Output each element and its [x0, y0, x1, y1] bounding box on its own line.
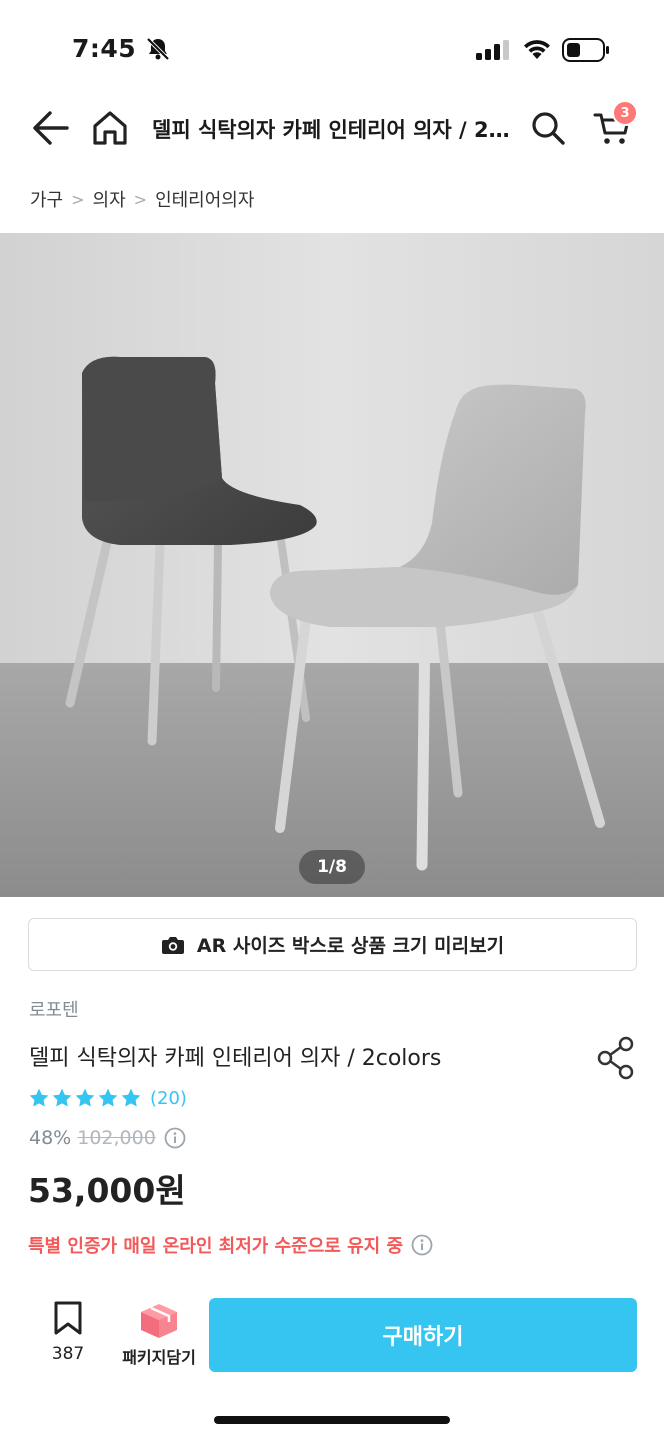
star-icon	[29, 1088, 49, 1107]
info-icon[interactable]	[411, 1234, 433, 1256]
ar-preview-label: AR 사이즈 박스로 상품 크기 미리보기	[196, 935, 505, 957]
share-button[interactable]	[592, 1034, 640, 1082]
status-time: 7:45	[72, 34, 137, 63]
breadcrumb: 가구 > 의자 > 인테리어의자	[30, 184, 254, 214]
signal-icon	[476, 40, 510, 64]
product-name: 델피 식탁의자 카페 인테리어 의자 / 2colors	[29, 1046, 442, 1071]
share-icon	[597, 1036, 634, 1080]
price-notice-text: 특별 인증가 매일 온라인 최저가 수준으로 유지 중	[28, 1236, 404, 1257]
back-button[interactable]	[26, 104, 74, 152]
scrap-button[interactable]: 387	[38, 1300, 98, 1364]
battery-icon	[562, 38, 610, 66]
sale-price: 53,000원	[28, 1171, 186, 1210]
star-icon	[98, 1088, 118, 1107]
breadcrumb-item[interactable]: 가구	[30, 186, 63, 212]
star-icon	[121, 1088, 141, 1107]
cart-button[interactable]: 3	[588, 100, 638, 152]
back-arrow-icon	[33, 111, 69, 145]
info-icon[interactable]	[164, 1127, 186, 1149]
ar-preview-button[interactable]: AR 사이즈 박스로 상품 크기 미리보기	[28, 918, 637, 971]
star-icon	[75, 1088, 95, 1107]
star-icon	[52, 1088, 72, 1107]
rating-stars	[28, 1087, 142, 1109]
discount-rate: 48%	[29, 1127, 72, 1149]
bell-off-icon	[145, 37, 171, 65]
chevron-right-icon: >	[133, 189, 148, 209]
status-bar: 7:45	[0, 0, 664, 96]
search-icon	[532, 112, 565, 145]
wifi-icon	[522, 38, 552, 64]
breadcrumb-item[interactable]: 의자	[93, 186, 126, 212]
image-counter: 1/8	[299, 850, 365, 884]
chair-photo	[0, 233, 664, 897]
discount-row: 48% 102,000	[29, 1127, 186, 1149]
camera-icon	[161, 935, 185, 955]
package-button[interactable]: 패키지담기	[112, 1300, 206, 1368]
bookmark-icon	[54, 1301, 82, 1335]
search-button[interactable]	[524, 104, 572, 152]
buy-button[interactable]: 구매하기	[209, 1298, 637, 1372]
rating[interactable]: (20)	[28, 1084, 187, 1112]
package-box-icon	[141, 1304, 177, 1338]
bottom-action-bar: 387 패키지담기 구매하기	[0, 1280, 664, 1390]
package-label: 패키지담기	[122, 1348, 196, 1367]
original-price: 102,000	[77, 1127, 156, 1149]
price-notice: 특별 인증가 매일 온라인 최저가 수준으로 유지 중	[28, 1232, 433, 1258]
home-icon	[93, 111, 127, 145]
chevron-right-icon: >	[71, 189, 85, 209]
product-image[interactable]	[0, 233, 664, 897]
top-nav: 델피 식탁의자 카페 인테리어 의자 / 2colors 3	[0, 96, 664, 160]
cart-badge: 3	[612, 100, 638, 126]
breadcrumb-item[interactable]: 인테리어의자	[155, 186, 254, 212]
home-indicator	[214, 1416, 450, 1424]
nav-title: 델피 식탁의자 카페 인테리어 의자 / 2colors	[152, 118, 512, 142]
scrap-count: 387	[51, 1344, 85, 1364]
brand-name[interactable]: 로포텐	[29, 996, 79, 1022]
home-button[interactable]	[86, 104, 134, 152]
review-count[interactable]: (20)	[150, 1088, 187, 1109]
